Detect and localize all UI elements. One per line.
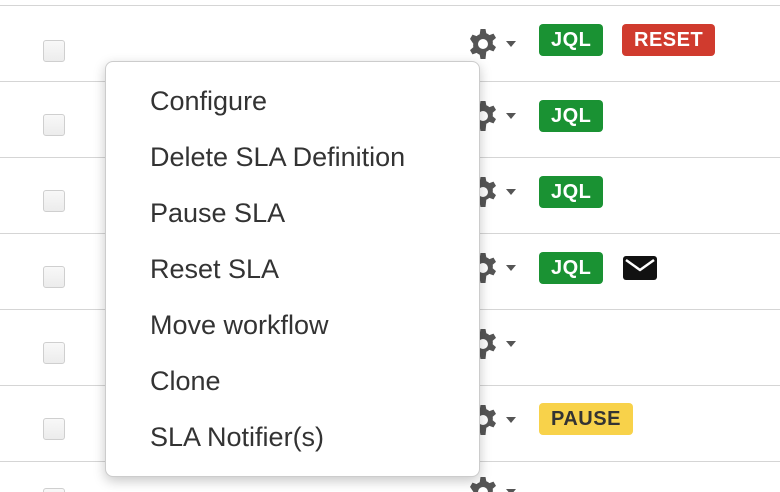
row-actions-button[interactable]: [466, 474, 524, 492]
row-checkbox[interactable]: [43, 488, 65, 492]
sla-list-page: JQL RESET JQL JQL JQL PAUSE Configure De…: [0, 0, 780, 492]
gear-icon: [466, 27, 500, 61]
caret-down-icon: [506, 113, 516, 119]
jql-badge: JQL: [539, 252, 604, 284]
menu-item-pause-sla[interactable]: Pause SLA: [150, 193, 285, 233]
actions-dropdown-menu: Configure Delete SLA Definition Pause SL…: [105, 61, 480, 477]
jql-badge: JQL: [539, 100, 604, 132]
row-checkbox[interactable]: [43, 114, 65, 136]
menu-item-reset-sla[interactable]: Reset SLA: [150, 249, 279, 289]
caret-down-icon: [506, 341, 516, 347]
row-checkbox[interactable]: [43, 266, 65, 288]
row-checkbox[interactable]: [43, 418, 65, 440]
menu-item-clone[interactable]: Clone: [150, 361, 221, 401]
reset-badge: RESET: [622, 24, 716, 56]
row-divider: [0, 5, 780, 6]
menu-item-move-workflow[interactable]: Move workflow: [150, 305, 329, 345]
row-checkbox[interactable]: [43, 190, 65, 212]
jql-badge: JQL: [539, 176, 604, 208]
caret-down-icon: [506, 265, 516, 271]
menu-item-sla-notifiers[interactable]: SLA Notifier(s): [150, 417, 324, 457]
row-checkbox[interactable]: [43, 342, 65, 364]
caret-down-icon: [506, 417, 516, 423]
envelope-icon: [622, 255, 658, 281]
menu-item-delete-sla-definition[interactable]: Delete SLA Definition: [150, 137, 405, 177]
pause-badge: PAUSE: [539, 403, 633, 435]
row-checkbox[interactable]: [43, 40, 65, 62]
menu-item-configure[interactable]: Configure: [150, 81, 267, 121]
row-actions-button[interactable]: [466, 26, 524, 62]
gear-icon: [466, 475, 500, 492]
caret-down-icon: [506, 41, 516, 47]
caret-down-icon: [506, 189, 516, 195]
jql-badge: JQL: [539, 24, 604, 56]
